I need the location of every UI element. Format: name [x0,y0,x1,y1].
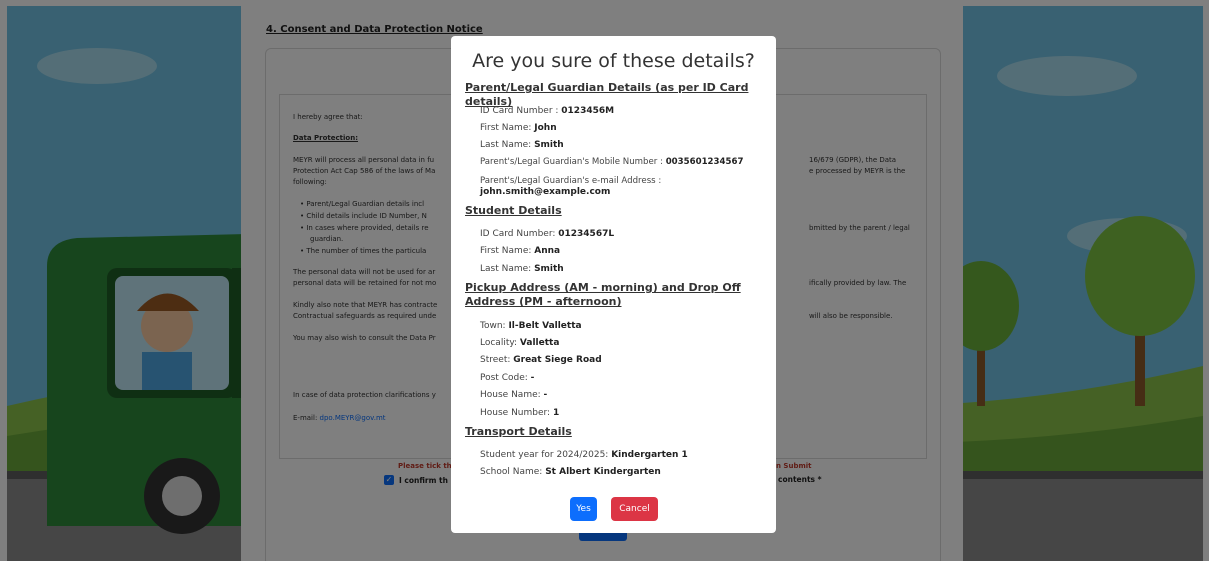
transport-details-heading: Transport Details [465,425,572,438]
student-id-row: ID Card Number: 01234567L [480,229,615,239]
parent-id-row: ID Card Number : 0123456M [480,106,615,116]
student-first-name-row: First Name: Anna [480,246,561,256]
pickup-house-number-row: House Number: 1 [480,408,560,418]
pickup-street-row: Street: Great Siege Road [480,355,602,365]
parent-last-name-row: Last Name: Smith [480,140,564,150]
transport-school-row: School Name: St Albert Kindergarten [480,467,661,477]
parent-details-heading: Parent/Legal Guardian Details (as per ID… [465,81,749,108]
parent-mobile-row: Parent's/Legal Guardian's Mobile Number … [480,157,744,167]
parent-email-label: Parent's/Legal Guardian's e-mail Address… [480,176,662,186]
parent-first-name-row: First Name: John [480,123,557,133]
pickup-postcode-row: Post Code: - [480,373,535,383]
parent-email-value: john.smith@example.com [480,187,611,197]
confirmation-modal: Are you sure of these details? Parent/Le… [451,36,776,533]
pickup-house-name-row: House Name: - [480,390,548,400]
pickup-address-heading: Pickup Address (AM - morning) and Drop O… [465,281,741,308]
pickup-locality-row: Locality: Valletta [480,338,560,348]
transport-year-row: Student year for 2024/2025: Kindergarten… [480,450,688,460]
yes-button[interactable]: Yes [570,497,597,521]
student-details-heading: Student Details [465,204,562,217]
cancel-button[interactable]: Cancel [611,497,658,521]
student-last-name-row: Last Name: Smith [480,264,564,274]
modal-title: Are you sure of these details? [472,50,755,72]
pickup-town-row: Town: Il-Belt Valletta [480,321,582,331]
